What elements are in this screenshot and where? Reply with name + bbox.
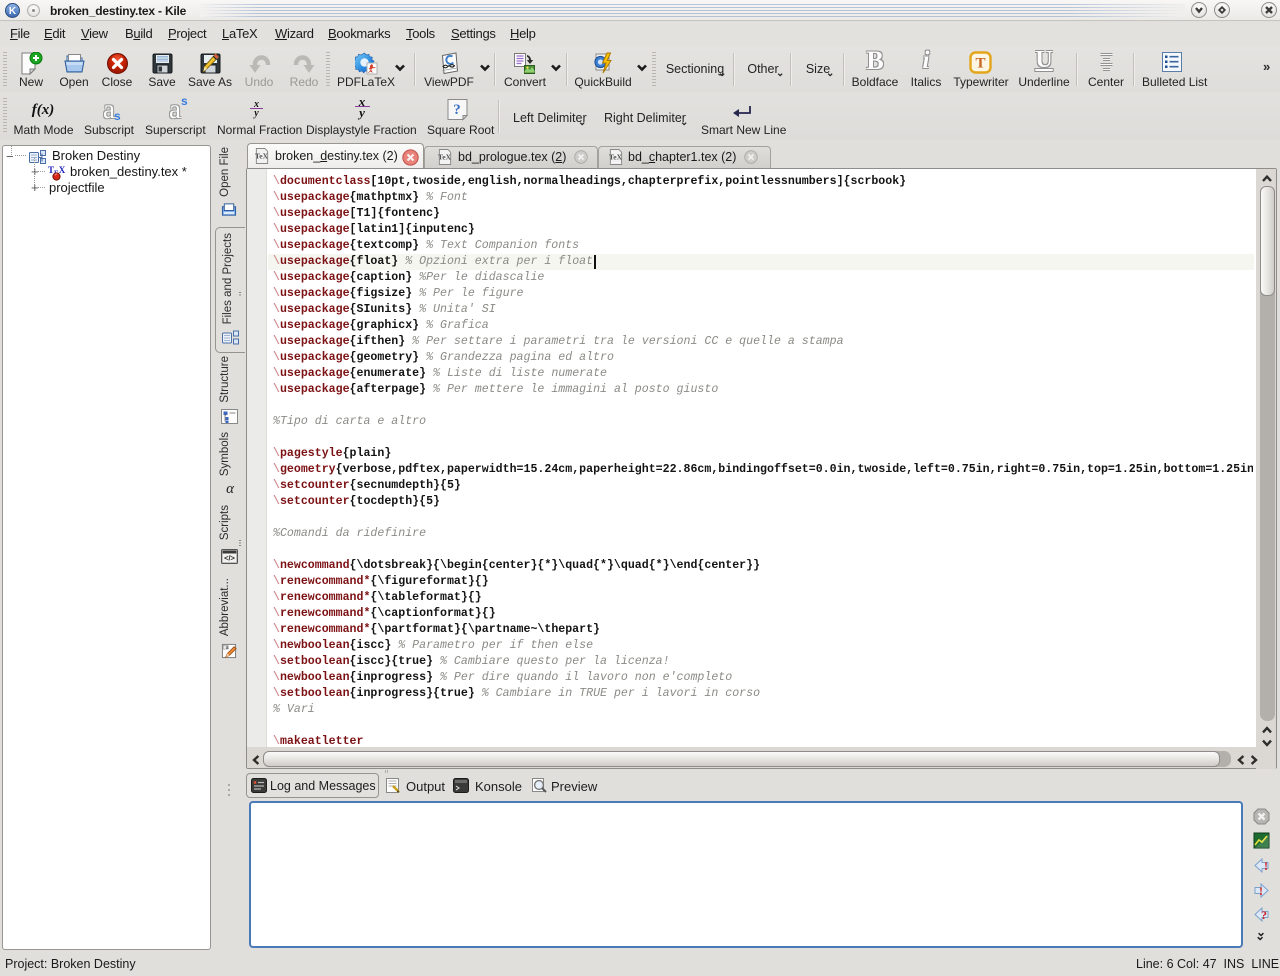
svg-text:TeX: TeX — [438, 152, 452, 161]
svg-text:!: ! — [1259, 884, 1263, 898]
svg-text:TeX: TeX — [609, 152, 623, 161]
svg-text:</>: </> — [224, 554, 235, 563]
svg-text:K: K — [9, 6, 17, 17]
svg-text:!: ! — [1264, 859, 1268, 873]
svg-text:T: T — [975, 56, 985, 72]
svg-text:a: a — [226, 645, 229, 651]
svg-text:?: ? — [1261, 908, 1267, 922]
svg-text:TeX: TeX — [255, 151, 269, 160]
svg-text:?: ? — [453, 102, 461, 118]
